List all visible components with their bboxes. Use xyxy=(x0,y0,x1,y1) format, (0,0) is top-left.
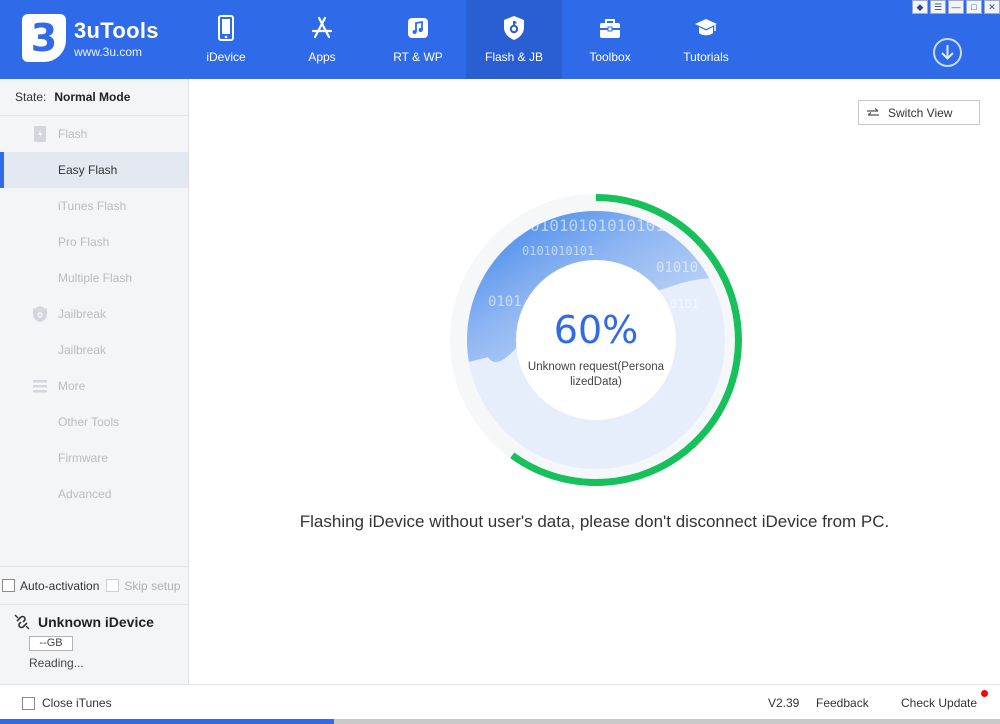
progress-status: Unknown request(Persona lizedData) xyxy=(520,360,672,390)
sidebar-item-label: Easy Flash xyxy=(58,163,118,177)
shirt-icon[interactable]: ◆ xyxy=(912,0,928,14)
check-update-link[interactable]: Check Update xyxy=(901,696,977,710)
close-icon[interactable]: ✕ xyxy=(984,0,1000,14)
sidebar-item-firmware[interactable]: Firmware xyxy=(0,440,188,476)
sidebar-item-label: Other Tools xyxy=(58,415,120,429)
auto-activation-checkbox[interactable] xyxy=(2,579,15,592)
toolbox-icon xyxy=(600,19,620,38)
activation-options: Auto-activation Skip setup xyxy=(0,566,189,605)
app-logo: 3 3uTools www.3u.com xyxy=(22,14,159,62)
skip-setup-checkbox[interactable] xyxy=(106,579,120,592)
auto-activation-label: Auto-activation xyxy=(20,578,100,593)
shield-icon xyxy=(33,306,47,322)
nav-flash-jb[interactable]: Flash & JB xyxy=(466,0,562,79)
switch-view-label: Switch View xyxy=(888,105,953,120)
download-arrow-icon xyxy=(941,45,954,60)
close-itunes-label: Close iTunes xyxy=(42,696,112,710)
sidebar-item-pro-flash[interactable]: Pro Flash xyxy=(0,224,188,260)
nav-label: Tutorials xyxy=(683,50,729,64)
shield-key-icon xyxy=(504,16,524,40)
nav-toolbox[interactable]: Toolbox xyxy=(562,0,658,79)
state-label: State: xyxy=(15,90,47,104)
sidebar: State: Normal Mode Flash Easy Flash iTun… xyxy=(0,79,189,684)
sidebar-item-label: Advanced xyxy=(58,487,112,501)
menu-icon[interactable]: ☰ xyxy=(930,0,946,14)
device-capacity: --GB xyxy=(29,636,73,651)
sidebar-item-multiple-flash[interactable]: Multiple Flash xyxy=(0,260,188,296)
skip-setup-label: Skip setup xyxy=(124,578,181,593)
sidebar-item-label: More xyxy=(58,379,86,393)
music-note-icon xyxy=(408,18,428,38)
list-icon xyxy=(33,380,47,393)
nav-label: iDevice xyxy=(206,50,246,64)
progress-percent: 60% xyxy=(553,308,639,352)
progress-status-line: lizedData) xyxy=(570,376,622,388)
switch-arrows-icon xyxy=(867,107,879,116)
flash-device-icon xyxy=(34,126,46,142)
download-button[interactable] xyxy=(933,38,962,67)
sidebar-item-advanced[interactable]: Advanced xyxy=(0,476,188,512)
app-store-icon xyxy=(311,16,333,39)
progress-status-line: Unknown request(Persona xyxy=(527,361,665,373)
nav-label: Flash & JB xyxy=(484,50,544,64)
close-itunes-checkbox[interactable] xyxy=(22,696,35,710)
disconnected-link-icon xyxy=(14,614,30,630)
app-name: 3uTools xyxy=(74,17,159,43)
sidebar-menu: Flash Easy Flash iTunes Flash Pro Flash … xyxy=(0,116,188,512)
nav-idevice[interactable]: iDevice xyxy=(178,0,274,79)
binary-text: 01010 xyxy=(656,260,698,276)
sidebar-item-label: Pro Flash xyxy=(58,235,110,249)
logo-mark-icon: 3 xyxy=(22,14,66,62)
sidebar-item-jailbreak[interactable]: Jailbreak xyxy=(0,332,188,368)
sidebar-item-easy-flash[interactable]: Easy Flash xyxy=(0,152,188,188)
device-state: State: Normal Mode xyxy=(0,79,188,116)
sidebar-item-label: Jailbreak xyxy=(58,307,107,321)
sidebar-section-more[interactable]: More xyxy=(0,368,188,404)
bottom-strip xyxy=(0,719,1000,724)
nav-label: RT & WP xyxy=(393,50,443,64)
sidebar-item-label: Multiple Flash xyxy=(58,271,133,285)
device-status: Reading... xyxy=(29,656,84,670)
feedback-link[interactable]: Feedback xyxy=(816,696,869,710)
sidebar-item-label: Jailbreak xyxy=(58,343,107,357)
nav-label: Apps xyxy=(308,50,336,64)
flash-progress: 01010101010101 0101010101 01010 0101 010… xyxy=(448,192,744,488)
status-bar: Close iTunes V2.39 Feedback Check Update xyxy=(0,684,1000,724)
flash-message: Flashing iDevice without user's data, pl… xyxy=(299,512,890,531)
sidebar-item-itunes-flash[interactable]: iTunes Flash xyxy=(0,188,188,224)
device-panel: Unknown iDevice --GB Reading... xyxy=(0,606,189,684)
nav-apps[interactable]: Apps xyxy=(274,0,370,79)
switch-view-button[interactable]: Switch View xyxy=(858,100,980,125)
nav-rt-wp[interactable]: RT & WP xyxy=(370,0,466,79)
graduation-cap-icon xyxy=(695,19,717,36)
update-notification-dot xyxy=(981,690,988,697)
sidebar-item-label: Flash xyxy=(58,127,88,141)
app-url: www.3u.com xyxy=(74,44,143,59)
binary-text: 0101010101 xyxy=(522,244,594,258)
sidebar-item-label: iTunes Flash xyxy=(58,199,127,213)
window-controls: ◆ ☰ — □ ✕ xyxy=(912,0,1000,14)
close-itunes-option[interactable]: Close iTunes xyxy=(22,696,112,710)
nav-tutorials[interactable]: Tutorials xyxy=(658,0,754,79)
maximize-icon[interactable]: □ xyxy=(966,0,982,14)
minimize-icon[interactable]: — xyxy=(948,0,964,14)
main-nav: iDevice Apps RT & WP Flash & JB Toolbox … xyxy=(178,0,754,79)
top-bar: 3 3uTools www.3u.com iDevice Apps RT & W… xyxy=(0,0,1000,79)
sidebar-section-jailbreak[interactable]: Jailbreak xyxy=(0,296,188,332)
sidebar-section-flash[interactable]: Flash xyxy=(0,116,188,152)
state-value: Normal Mode xyxy=(54,90,131,104)
device-name: Unknown iDevice xyxy=(38,614,154,630)
sidebar-item-label: Firmware xyxy=(58,451,108,465)
version-label: V2.39 xyxy=(768,696,800,710)
phone-icon xyxy=(218,15,234,41)
nav-label: Toolbox xyxy=(589,50,631,64)
sidebar-item-other-tools[interactable]: Other Tools xyxy=(0,404,188,440)
